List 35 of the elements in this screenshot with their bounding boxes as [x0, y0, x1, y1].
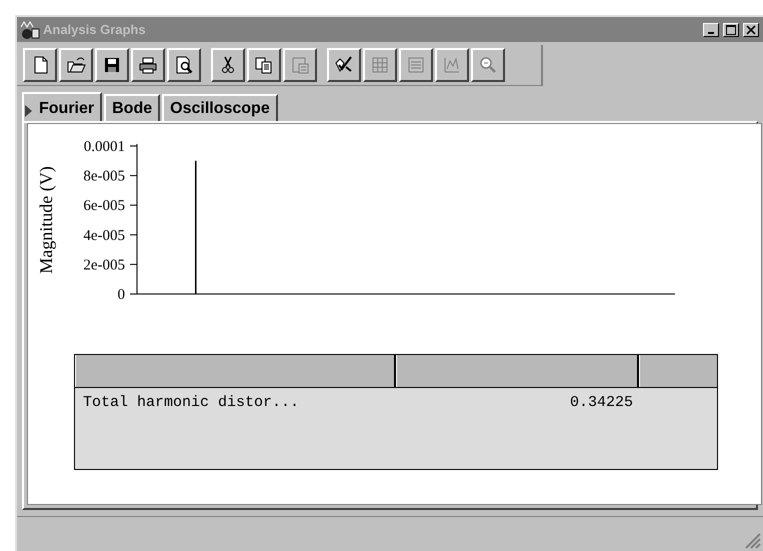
print-preview-icon — [174, 55, 194, 75]
magnifier-icon — [478, 55, 498, 75]
y-axis-label: Magnitude (V) — [36, 166, 56, 274]
toolbar-button[interactable] — [247, 48, 281, 82]
tick-label: 0.0001 — [84, 139, 125, 155]
graph-icon — [442, 55, 462, 75]
table-cell-text: Total harmonic distor... — [83, 394, 300, 411]
toolbar-button[interactable] — [23, 48, 57, 82]
table-cell-text: 0.34225 — [568, 394, 633, 411]
tab[interactable]: Oscilloscope — [162, 94, 278, 121]
tick-label: 8e-005 — [83, 168, 125, 185]
maximize-icon — [726, 24, 736, 34]
resize-grip-icon — [745, 533, 761, 549]
copy-icon — [254, 55, 274, 75]
window-title: Analysis Graphs — [43, 22, 147, 37]
toolbar-button[interactable] — [59, 48, 93, 82]
tab[interactable]: Bode — [104, 94, 160, 121]
toolbar-button[interactable] — [131, 48, 165, 82]
list-icon — [406, 55, 426, 75]
toolbar-button[interactable] — [211, 48, 245, 82]
app-icon — [20, 20, 40, 40]
printer-icon — [138, 55, 158, 75]
tick-label: 4e-005 — [83, 228, 125, 244]
paste-icon — [290, 55, 310, 75]
tick-label: 0 — [118, 287, 125, 303]
minimize-icon — [708, 32, 714, 34]
tab[interactable]: Fourier — [22, 92, 102, 121]
toolbar-button[interactable] — [327, 48, 361, 82]
toolbar-button[interactable] — [95, 48, 129, 82]
tick-label: 2e-005 — [83, 257, 125, 274]
toolbar-button[interactable] — [167, 48, 201, 82]
tick-label: 6e-005 — [83, 198, 125, 214]
close-icon — [746, 24, 756, 34]
grid-icon — [370, 55, 390, 75]
open-folder-icon — [66, 55, 86, 75]
